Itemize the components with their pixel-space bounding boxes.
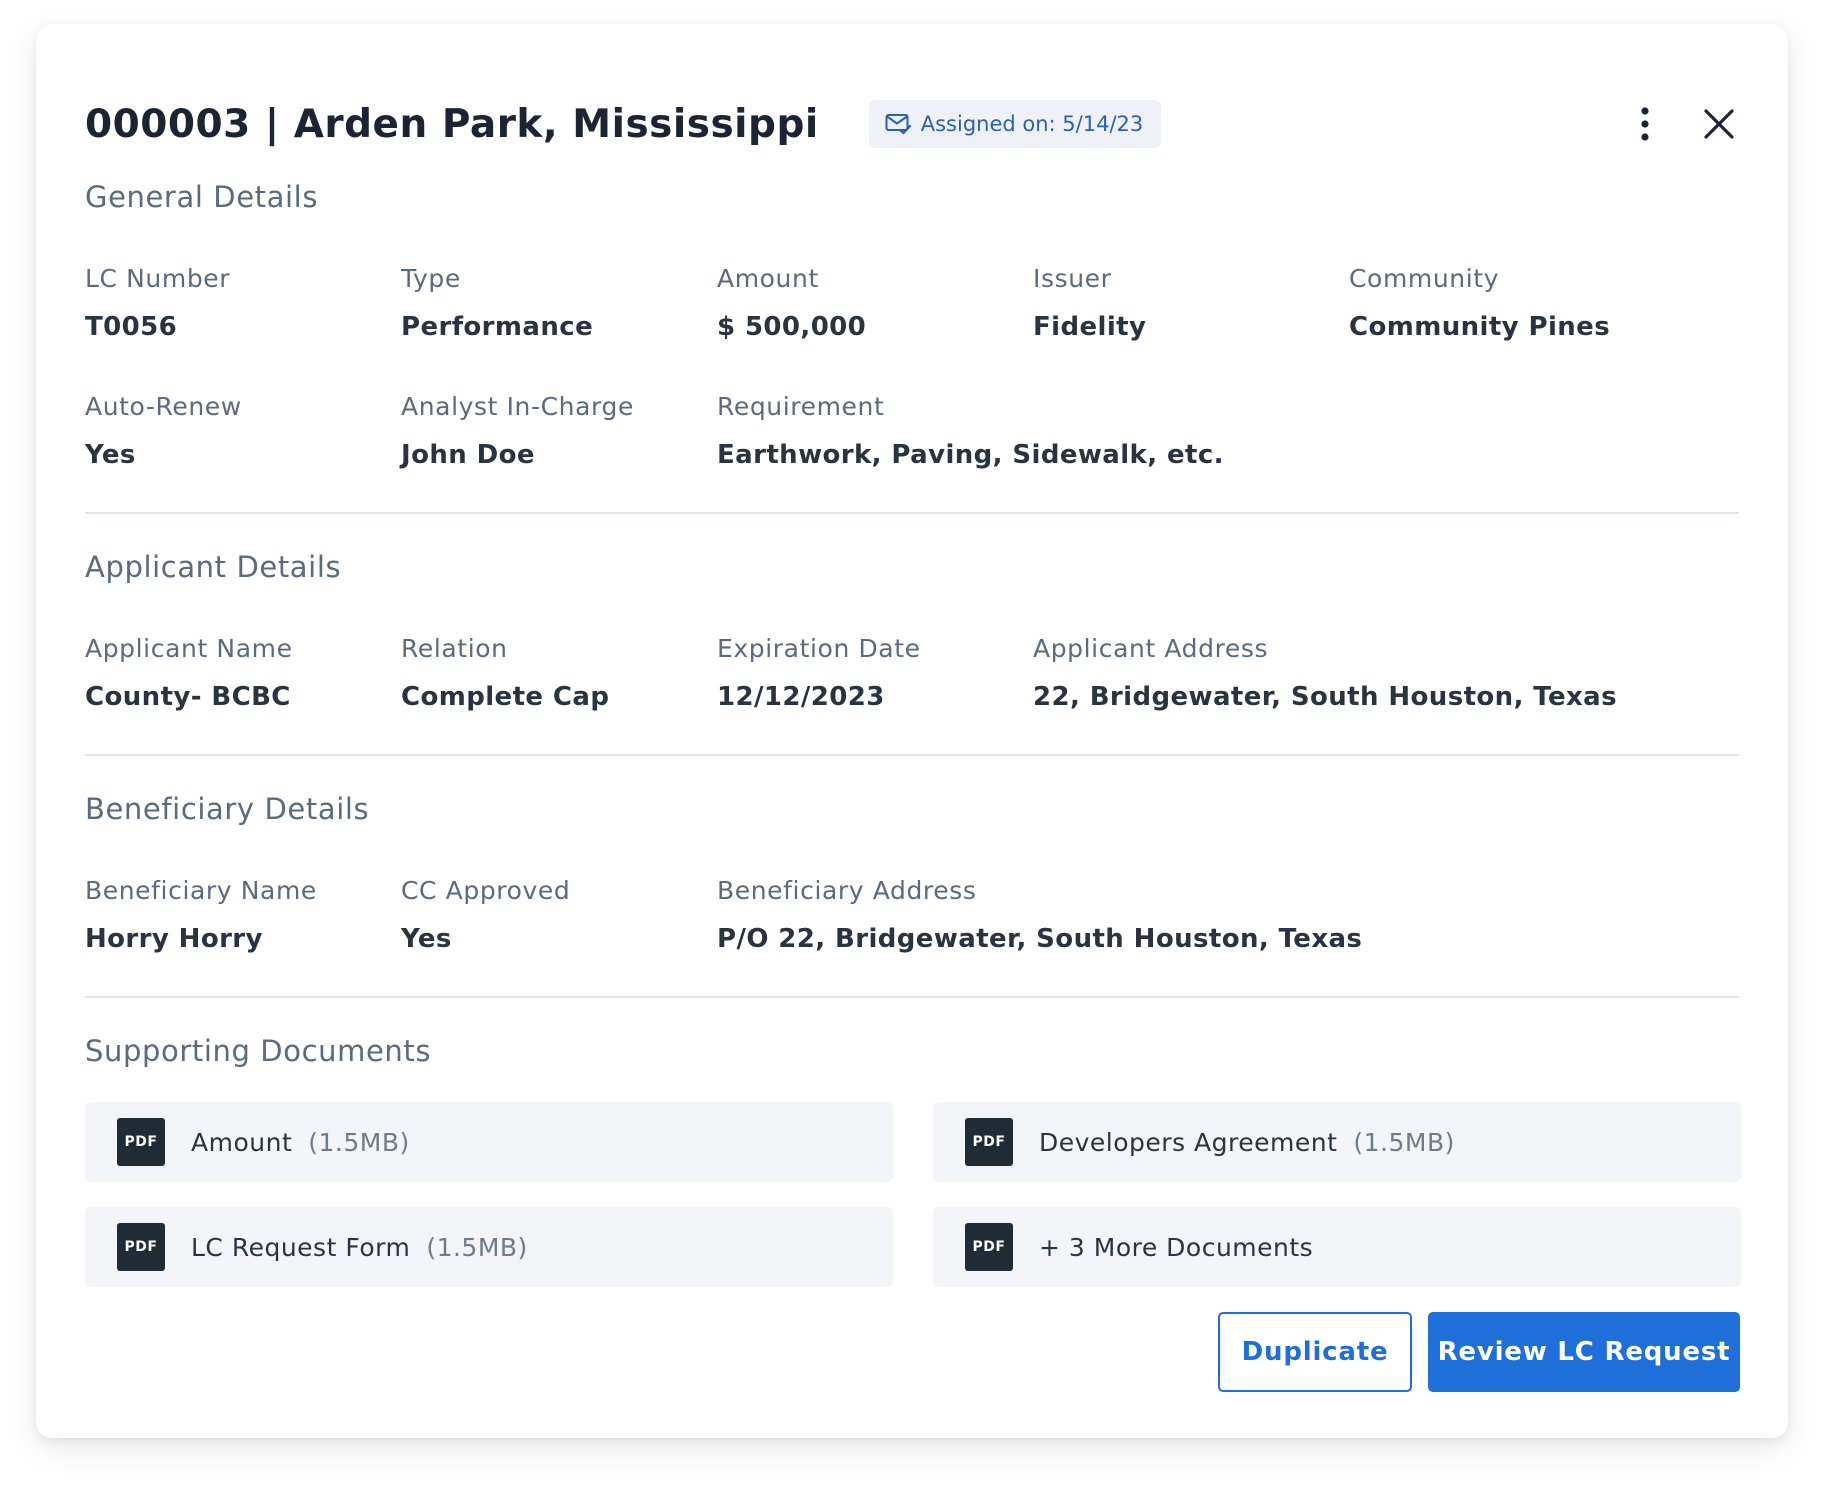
field-value: Performance [401,312,594,342]
field-value: Community Pines [1349,312,1611,342]
field-value: Yes [401,924,452,954]
review-lc-request-button[interactable]: Review LC Request [1428,1312,1740,1392]
section-divider [85,512,1739,514]
mail-check-icon [885,114,911,135]
field-value: Earthwork, Paving, Sidewalk, etc. [717,440,1224,470]
field-value: T0056 [85,312,178,342]
field-cc-approved: CC Approved Yes [401,876,570,954]
field-label: Analyst In-Charge [401,392,634,421]
field-applicant-address: Applicant Address 22, Bridgewater, South… [1033,634,1617,712]
field-label: Beneficiary Address [717,876,977,905]
pdf-file-icon: PDF [117,1118,165,1166]
field-label: Applicant Name [85,634,293,663]
close-button[interactable] [1699,104,1739,144]
close-icon [1704,109,1734,139]
field-label: Type [401,264,461,293]
field-beneficiary-name: Beneficiary Name Horry Horry [85,876,317,954]
field-value: 22, Bridgewater, South Houston, Texas [1033,682,1618,712]
field-value: P/O 22, Bridgewater, South Houston, Texa… [717,924,1363,954]
document-name: Amount [191,1127,293,1157]
field-label: CC Approved [401,876,571,905]
field-value: Horry Horry [85,924,263,954]
field-lc-number: LC Number T0056 [85,264,230,342]
pdf-file-icon: PDF [965,1223,1013,1271]
document-size: (1.5MB) [1353,1127,1455,1157]
field-applicant-name: Applicant Name County- BCBC [85,634,293,712]
field-label: LC Number [85,264,231,293]
document-name: + 3 More Documents [1039,1232,1314,1262]
document-name: LC Request Form [191,1232,411,1262]
document-item-lc-request-form[interactable]: PDF LC Request Form (1.5MB) [85,1207,893,1287]
field-label: Issuer [1033,264,1112,293]
beneficiary-details-heading: Beneficiary Details [85,792,370,826]
field-type: Type Performance [401,264,593,342]
applicant-details-heading: Applicant Details [85,550,342,584]
field-expiration-date: Expiration Date 12/12/2023 [717,634,921,712]
field-label: Applicant Address [1033,634,1269,663]
document-name: Developers Agreement [1039,1127,1338,1157]
field-value: $ 500,000 [717,312,867,342]
field-amount: Amount $ 500,000 [717,264,866,342]
field-value: Yes [85,440,136,470]
document-size: (1.5MB) [426,1232,528,1262]
document-size: (1.5MB) [308,1127,410,1157]
field-label: Requirement [717,392,885,421]
field-label: Amount [717,264,819,293]
field-value: Fidelity [1033,312,1147,342]
assigned-badge: Assigned on: 5/14/23 [868,100,1162,148]
field-community: Community Community Pines [1349,264,1610,342]
lc-detail-modal: 000003 | Arden Park, Mississippi Assigne… [36,24,1788,1438]
field-label: Beneficiary Name [85,876,317,905]
more-documents-link[interactable]: PDF + 3 More Documents [933,1207,1741,1287]
modal-header: 000003 | Arden Park, Mississippi Assigne… [85,94,1739,154]
header-actions [1625,104,1739,144]
field-value: Complete Cap [401,682,610,712]
field-label: Relation [401,634,508,663]
field-auto-renew: Auto-Renew Yes [85,392,242,470]
supporting-documents-heading: Supporting Documents [85,1034,432,1068]
field-beneficiary-address: Beneficiary Address P/O 22, Bridgewater,… [717,876,1362,954]
pdf-file-icon: PDF [965,1118,1013,1166]
pdf-file-icon: PDF [117,1223,165,1271]
field-value: County- BCBC [85,682,291,712]
field-value: John Doe [401,440,535,470]
field-value: 12/12/2023 [717,682,885,712]
section-divider [85,996,1739,998]
document-item-developers-agreement[interactable]: PDF Developers Agreement (1.5MB) [933,1102,1741,1182]
field-issuer: Issuer Fidelity [1033,264,1146,342]
assigned-date-text: Assigned on: 5/14/23 [920,112,1144,136]
duplicate-button[interactable]: Duplicate [1218,1312,1412,1392]
field-label: Community [1349,264,1500,293]
field-label: Auto-Renew [85,392,242,421]
section-divider [85,754,1739,756]
document-item-amount[interactable]: PDF Amount (1.5MB) [85,1102,893,1182]
more-vertical-icon [1641,107,1649,141]
field-requirement: Requirement Earthwork, Paving, Sidewalk,… [717,392,1224,470]
modal-title: 000003 | Arden Park, Mississippi [85,101,819,147]
field-label: Expiration Date [717,634,921,663]
more-options-button[interactable] [1625,104,1665,144]
general-details-heading: General Details [85,180,319,214]
field-analyst-in-charge: Analyst In-Charge John Doe [401,392,634,470]
field-relation: Relation Complete Cap [401,634,609,712]
